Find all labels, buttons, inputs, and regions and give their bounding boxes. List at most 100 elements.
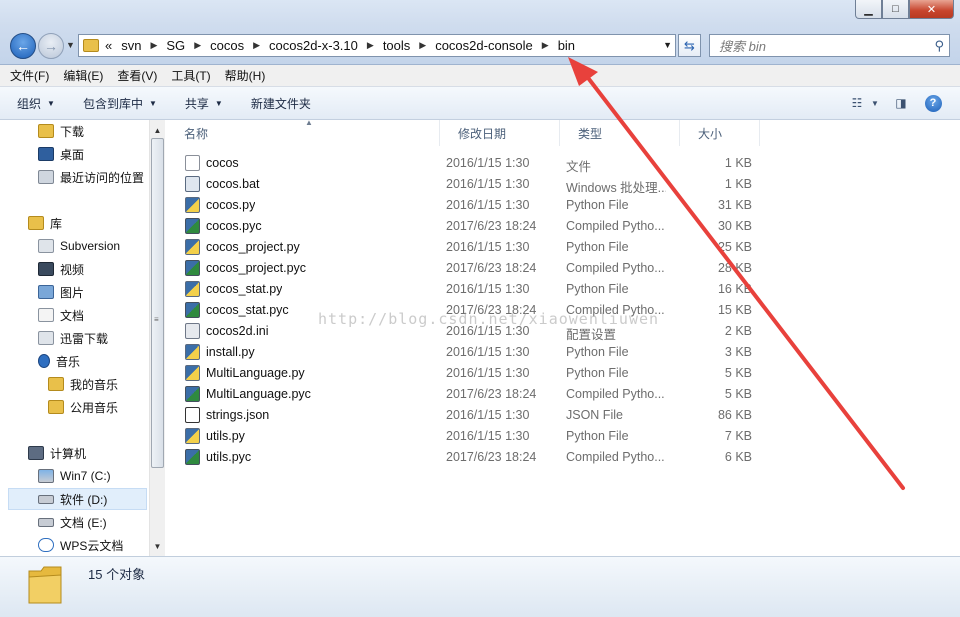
nav-item-drive-d[interactable]: 软件 (D:)	[8, 488, 147, 510]
forward-button[interactable]: →	[38, 33, 64, 59]
subversion-library-icon	[38, 239, 54, 253]
column-header-date[interactable]: 修改日期	[440, 120, 560, 146]
file-size: 30 KB	[717, 219, 752, 233]
maximize-button[interactable]: □	[882, 0, 909, 19]
nav-item-music[interactable]: 音乐	[38, 350, 80, 372]
menu-view[interactable]: 查看(V)	[117, 67, 157, 84]
desktop-icon	[38, 147, 54, 161]
nav-item-thunder[interactable]: 迅雷下载	[38, 327, 108, 349]
nav-item-pictures[interactable]: 图片	[38, 281, 84, 303]
file-name: cocos_project.pyc	[206, 261, 307, 275]
nav-item-label: 最近访问的位置	[60, 170, 145, 185]
music-icon	[38, 354, 50, 368]
breadcrumb-overflow[interactable]: «	[105, 38, 112, 53]
forward-arrow-icon: →	[44, 38, 58, 54]
breadcrumb-item-current[interactable]: bin	[558, 38, 575, 53]
address-bar[interactable]: « svn ▶ SG ▶ cocos ▶ cocos2d-x-3.10 ▶ tools ▶…	[78, 34, 676, 57]
videos-icon	[38, 262, 54, 276]
menu-edit[interactable]: 编辑(E)	[63, 67, 103, 84]
table-row[interactable]: cocos 2016/1/15 1:30 文件 1 KB	[180, 153, 760, 174]
search-icon[interactable]: ⚲	[934, 38, 944, 54]
close-button[interactable]: ✕	[909, 0, 954, 19]
file-type: JSON File	[566, 408, 623, 422]
compiled-python-icon	[185, 260, 200, 276]
table-row[interactable]: MultiLanguage.py 2016/1/15 1:30 Python Fil…	[180, 363, 760, 384]
scrollbar-thumb[interactable]	[151, 138, 164, 468]
menu-file[interactable]: 文件(F)	[10, 67, 49, 84]
file-name: cocos.pyc	[206, 219, 262, 233]
menu-tools[interactable]: 工具(T)	[171, 67, 210, 84]
table-row[interactable]: cocos_project.py 2016/1/15 1:30 Python Fil…	[180, 237, 760, 258]
nav-item-recent[interactable]: 最近访问的位置	[38, 166, 144, 188]
table-row[interactable]: cocos_project.pyc 2017/6/23 18:24 Compiled…	[180, 258, 760, 279]
chevron-right-icon[interactable]: ▶	[419, 40, 426, 51]
python-file-icon	[185, 197, 200, 213]
nav-item-public-music[interactable]: 公用音乐	[48, 396, 118, 418]
column-header-size[interactable]: 大小	[680, 120, 760, 146]
preview-pane-icon[interactable]: ◨	[890, 93, 912, 113]
table-row[interactable]: install.py 2016/1/15 1:30 Python File 3 KB	[180, 342, 760, 363]
table-row[interactable]: utils.py 2016/1/15 1:30 Python File 7 KB	[180, 426, 760, 447]
organize-button[interactable]: 组织 ▼	[17, 95, 55, 112]
nav-item-drive-e[interactable]: 文档 (E:)	[38, 511, 107, 533]
file-date: 2017/6/23 18:24	[446, 261, 537, 275]
nav-item-documents[interactable]: 文档	[38, 304, 84, 326]
file-date: 2016/1/15 1:30	[446, 240, 530, 254]
nav-item-subversion[interactable]: Subversion	[38, 235, 120, 257]
address-history-dropdown-icon[interactable]: ▼	[663, 40, 672, 50]
watermark: http://blog.csdn.net/xiaowenliuwen	[318, 310, 660, 328]
nav-item-drive-c[interactable]: Win7 (C:)	[38, 465, 111, 487]
file-date: 2016/1/15 1:30	[446, 177, 530, 191]
menu-help[interactable]: 帮助(H)	[225, 67, 266, 84]
help-button[interactable]: ?	[922, 93, 944, 113]
column-header-name[interactable]: 名称 ▲	[166, 118, 440, 146]
chevron-right-icon[interactable]: ▶	[367, 40, 374, 51]
breadcrumb-item[interactable]: svn	[121, 38, 141, 53]
view-options-chevron-down-icon[interactable]: ▼	[870, 93, 880, 113]
breadcrumb-item[interactable]: cocos2d-console	[435, 38, 533, 53]
minimize-button[interactable]: ▁	[855, 0, 882, 19]
nav-item-downloads[interactable]: 下载	[38, 120, 84, 142]
chevron-right-icon[interactable]: ▶	[150, 40, 157, 51]
python-file-icon	[185, 428, 200, 444]
table-row[interactable]: cocos.py 2016/1/15 1:30 Python File 31 KB	[180, 195, 760, 216]
scroll-down-icon[interactable]: ▼	[150, 538, 165, 554]
chevron-right-icon[interactable]: ▶	[253, 40, 260, 51]
column-header-type[interactable]: 类型	[560, 120, 680, 146]
nav-item-videos[interactable]: 视频	[38, 258, 84, 280]
search-input[interactable]: 搜索 bin ⚲	[709, 34, 950, 57]
nav-item-label: 软件 (D:)	[60, 492, 108, 507]
file-name: cocos.py	[206, 198, 256, 212]
breadcrumb-item[interactable]: tools	[383, 38, 410, 53]
table-row[interactable]: strings.json 2016/1/15 1:30 JSON File 86 KB	[180, 405, 760, 426]
table-row[interactable]: cocos.pyc 2017/6/23 18:24 Compiled Pytho..…	[180, 216, 760, 237]
file-date: 2016/1/15 1:30	[446, 198, 530, 212]
back-button[interactable]: ←	[10, 33, 36, 59]
table-row[interactable]: cocos_stat.py 2016/1/15 1:30 Python File 16…	[180, 279, 760, 300]
breadcrumb-item[interactable]: cocos2d-x-3.10	[269, 38, 358, 53]
chevron-right-icon[interactable]: ▶	[542, 40, 549, 51]
nav-item-my-music[interactable]: 我的音乐	[48, 373, 118, 395]
organize-label: 组织	[17, 96, 42, 111]
table-row[interactable]: MultiLanguage.pyc 2017/6/23 18:24 Compiled…	[180, 384, 760, 405]
nav-item-desktop[interactable]: 桌面	[38, 143, 84, 165]
file-name: cocos.bat	[206, 177, 260, 191]
navigation-scrollbar[interactable]: ▲ ≡ ▼	[149, 120, 165, 556]
recent-pages-dropdown[interactable]: ▼	[66, 40, 75, 50]
scroll-up-icon[interactable]: ▲	[150, 122, 165, 138]
breadcrumb-item[interactable]: cocos	[210, 38, 244, 53]
chevron-right-icon[interactable]: ▶	[194, 40, 201, 51]
share-button[interactable]: 共享 ▼	[185, 95, 223, 112]
chevron-down-icon: ▼	[214, 98, 223, 108]
view-mode-icon[interactable]: ☷	[846, 93, 868, 113]
table-row[interactable]: cocos.bat 2016/1/15 1:30 Windows 批处理... 1 K…	[180, 174, 760, 195]
include-in-library-button[interactable]: 包含到库中 ▼	[83, 95, 157, 112]
nav-item-libraries[interactable]: 库	[28, 212, 62, 234]
nav-item-computer[interactable]: 计算机	[28, 442, 86, 464]
new-folder-button[interactable]: 新建文件夹	[251, 95, 311, 112]
refresh-button[interactable]: ⇆	[678, 34, 701, 57]
nav-item-wps[interactable]: WPS云文档	[38, 534, 123, 556]
table-row[interactable]: utils.pyc 2017/6/23 18:24 Compiled Pytho..…	[180, 447, 760, 468]
file-name: utils.pyc	[206, 450, 252, 464]
breadcrumb-item[interactable]: SG	[166, 38, 185, 53]
